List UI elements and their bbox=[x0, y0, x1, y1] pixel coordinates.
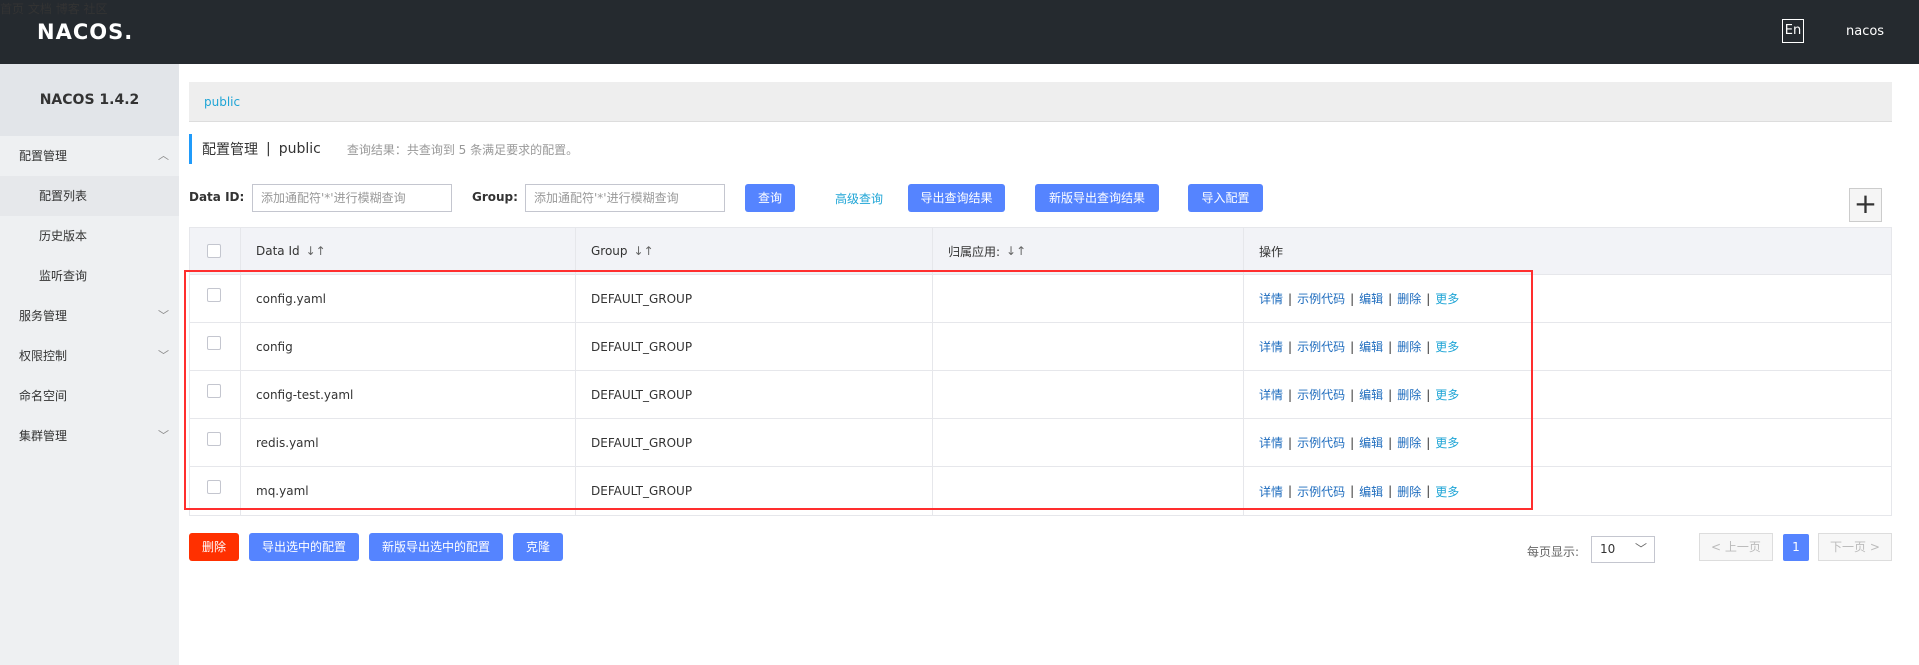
highlight-box bbox=[184, 270, 1533, 510]
prev-page-button[interactable]: < 上一页 bbox=[1699, 533, 1773, 561]
new-export-selected-button[interactable]: 新版导出选中的配置 bbox=[369, 533, 503, 561]
delete-selected-button[interactable]: 删除 bbox=[189, 533, 239, 561]
sort-icon[interactable]: ↓↑ bbox=[634, 244, 654, 258]
page-title-main: 配置管理 bbox=[202, 142, 258, 158]
sidebar-item-label: 历史版本 bbox=[39, 229, 88, 243]
namespace-bar: public bbox=[189, 82, 1892, 122]
query-button[interactable]: 查询 bbox=[745, 184, 795, 212]
sidebar-item-label: 集群管理 bbox=[19, 429, 68, 443]
dataid-search-input[interactable]: 添加通配符'*'进行模糊查询 bbox=[252, 184, 452, 212]
search-bar: Data ID: 添加通配符'*'进行模糊查询 Group: 添加通配符'*'进… bbox=[189, 184, 1892, 212]
page-title-namespace: public bbox=[278, 141, 321, 157]
header-app[interactable]: 归属应用: ↓↑ bbox=[948, 228, 1026, 274]
group-search-input[interactable]: 添加通配符'*'进行模糊查询 bbox=[525, 184, 725, 212]
header-dataid[interactable]: Data Id ↓↑ bbox=[256, 228, 326, 274]
sort-icon[interactable]: ↓↑ bbox=[1006, 244, 1026, 258]
sidebar-item-cluster-mgmt[interactable]: 集群管理 ﹀ bbox=[0, 416, 179, 456]
nacos-logo[interactable]: NACOS. bbox=[37, 20, 133, 44]
group-label: Group: bbox=[472, 190, 518, 204]
nav-docs-link[interactable]: 文档 bbox=[28, 2, 52, 16]
chevron-down-icon: ﹀ bbox=[158, 429, 169, 442]
header-group-label: Group bbox=[591, 244, 628, 258]
sidebar-item-label: 权限控制 bbox=[19, 349, 68, 363]
header-select-cell bbox=[190, 228, 240, 274]
header-ops: 操作 bbox=[1259, 228, 1283, 274]
sort-icon[interactable]: ↓↑ bbox=[306, 244, 326, 258]
chevron-left-icon: < bbox=[1711, 540, 1725, 554]
current-user[interactable]: nacos bbox=[1846, 24, 1884, 39]
export-results-button[interactable]: 导出查询结果 bbox=[908, 184, 1005, 212]
sidebar-item-label: 服务管理 bbox=[19, 309, 68, 323]
sidebar-item-label: 配置管理 bbox=[19, 149, 68, 163]
page-size-label: 每页显示: bbox=[1527, 545, 1580, 559]
sidebar-item-history[interactable]: 历史版本 bbox=[0, 216, 179, 256]
header-app-label: 归属应用: bbox=[948, 244, 1001, 259]
page-title: 配置管理 | public 查询结果：共查询到 5 条满足要求的配置。 bbox=[189, 134, 578, 164]
header-ops-label: 操作 bbox=[1259, 244, 1284, 259]
next-page-button[interactable]: 下一页 > bbox=[1818, 533, 1892, 561]
prev-page-label: 上一页 bbox=[1724, 540, 1761, 554]
chevron-down-icon: ﹀ bbox=[1634, 542, 1647, 556]
sidebar: NACOS 1.4.2 配置管理 ︿ 配置列表 历史版本 监听查询 服务管理 ﹀… bbox=[0, 64, 179, 665]
page-scrollbar[interactable] bbox=[1915, 64, 1919, 665]
clone-button[interactable]: 克隆 bbox=[513, 533, 563, 561]
query-result-text: 查询结果：共查询到 5 条满足要求的配置。 bbox=[346, 142, 579, 157]
sidebar-item-namespace[interactable]: 命名空间 bbox=[0, 376, 179, 416]
sidebar-item-label: 命名空间 bbox=[19, 389, 68, 403]
logo-dot: . bbox=[124, 20, 134, 44]
chevron-down-icon: ﹀ bbox=[158, 309, 169, 322]
chevron-right-icon: > bbox=[1866, 540, 1880, 554]
chevron-up-icon: ︿ bbox=[158, 149, 169, 162]
sidebar-item-auth-control[interactable]: 权限控制 ﹀ bbox=[0, 336, 179, 376]
sidebar-item-label: 监听查询 bbox=[39, 269, 88, 283]
sidebar-item-label: 配置列表 bbox=[39, 189, 88, 203]
namespace-link-public[interactable]: public bbox=[204, 95, 240, 109]
add-config-button[interactable]: + bbox=[1849, 188, 1882, 222]
next-page-label: 下一页 bbox=[1830, 540, 1867, 554]
export-selected-button[interactable]: 导出选中的配置 bbox=[249, 533, 359, 561]
page-size-value: 10 bbox=[1600, 542, 1616, 556]
header-dataid-label: Data Id bbox=[256, 244, 300, 258]
nav-community-link[interactable]: 社区 bbox=[84, 2, 108, 16]
nav-home-link[interactable]: 首页 bbox=[0, 2, 24, 16]
chevron-down-icon: ﹀ bbox=[158, 349, 169, 362]
dataid-label: Data ID: bbox=[189, 190, 245, 204]
sidebar-version: NACOS 1.4.2 bbox=[0, 64, 179, 136]
new-export-results-button[interactable]: 新版导出查询结果 bbox=[1035, 184, 1159, 212]
import-config-button[interactable]: 导入配置 bbox=[1188, 184, 1263, 212]
plus-icon: + bbox=[1853, 187, 1878, 220]
select-all-checkbox[interactable] bbox=[207, 244, 221, 258]
sidebar-item-config-mgmt[interactable]: 配置管理 ︿ bbox=[0, 136, 179, 176]
advanced-query-link[interactable]: 高级查询 bbox=[835, 190, 883, 207]
sidebar-item-config-list[interactable]: 配置列表 bbox=[0, 176, 179, 216]
current-page-button[interactable]: 1 bbox=[1783, 534, 1809, 561]
sidebar-item-service-mgmt[interactable]: 服务管理 ﹀ bbox=[0, 296, 179, 336]
table-header: Data Id ↓↑ Group ↓↑ 归属应用: ↓↑ 操作 bbox=[190, 228, 1891, 275]
header-group[interactable]: Group ↓↑ bbox=[591, 228, 654, 274]
nav-blog-link[interactable]: 博客 bbox=[56, 2, 80, 16]
title-separator: | bbox=[266, 141, 271, 157]
top-navbar: NACOS. 首页 文档 博客 社区 En nacos bbox=[0, 0, 1919, 64]
language-switch-button[interactable]: En bbox=[1782, 19, 1804, 43]
sidebar-item-listen-query[interactable]: 监听查询 bbox=[0, 256, 179, 296]
logo-text: NACOS bbox=[37, 20, 125, 44]
page-size-select[interactable]: 10 ﹀ bbox=[1591, 536, 1655, 563]
